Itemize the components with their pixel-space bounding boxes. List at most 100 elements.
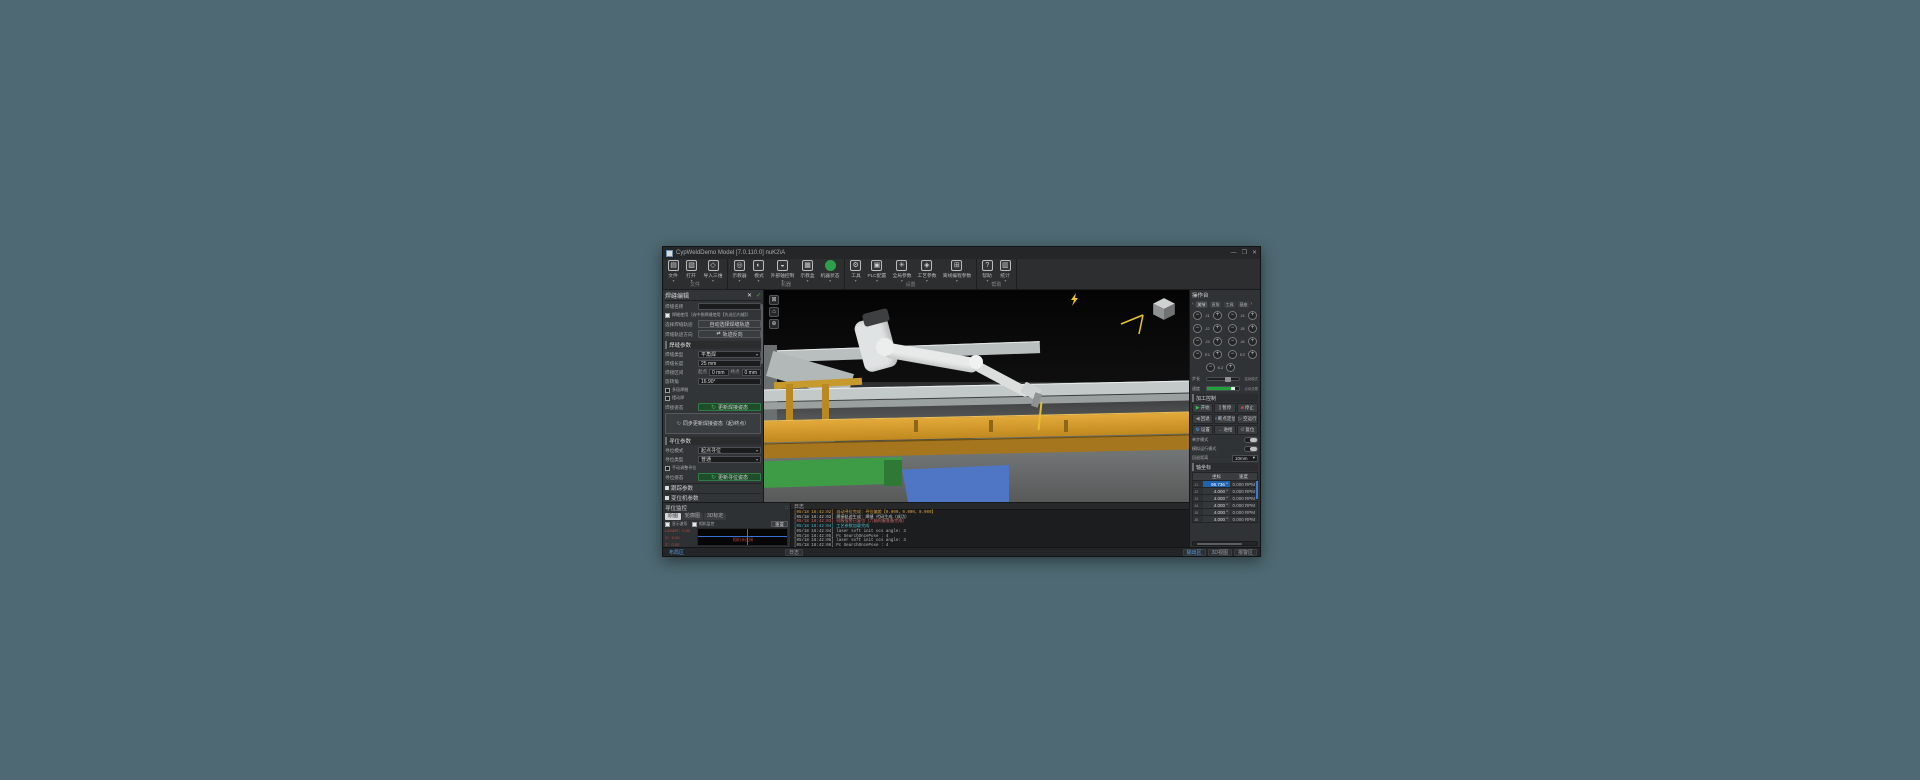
slider-knob[interactable] bbox=[1224, 376, 1231, 382]
locate-type-select[interactable]: 普通 ▾ bbox=[698, 456, 761, 463]
reset-button[interactable]: 重置 bbox=[771, 521, 788, 527]
multi-seg-checkbox[interactable]: 多段焊缝 bbox=[665, 387, 761, 393]
pause-button[interactable]: || 暂停 bbox=[1214, 403, 1236, 413]
ribbon-button-external-axis[interactable]: ◒ 外部轴控制 ▾ bbox=[768, 260, 797, 283]
log-panel[interactable]: 日志 [05/18 16:42:02] 自动寻位完成：寻位偏差【0.000，0.… bbox=[791, 503, 1189, 547]
jog-minus-button[interactable]: − bbox=[1228, 336, 1237, 346]
maximize-button[interactable]: ❐ bbox=[1242, 248, 1247, 258]
confirm-icon[interactable]: ✓ bbox=[756, 292, 761, 299]
back-distance-select[interactable]: 10mm ▾ bbox=[1232, 454, 1258, 462]
update-locate-pose-button[interactable]: ↻ 更新寻位姿态 bbox=[698, 473, 761, 481]
settings-button[interactable]: ⚙ 设置 bbox=[1192, 425, 1214, 435]
jog-minus-button[interactable]: − bbox=[1228, 323, 1237, 333]
tab-tool[interactable]: 工具 bbox=[1223, 300, 1236, 308]
tabs-scroll-right-icon[interactable]: › bbox=[1251, 301, 1253, 307]
ribbon-button-statistics[interactable]: ▥ 统计 ▾ bbox=[997, 260, 1014, 283]
cancel-icon[interactable]: ✕ bbox=[747, 292, 752, 299]
simulate-mode-toggle[interactable] bbox=[1244, 446, 1258, 452]
monitor-tab-raw[interactable]: 原图 bbox=[665, 512, 682, 520]
jog-minus-button[interactable]: − bbox=[1193, 349, 1202, 359]
seam-length-input[interactable]: 25 mm bbox=[698, 360, 761, 367]
jog-plus-button[interactable]: + bbox=[1248, 323, 1257, 333]
start-button[interactable]: ▶ 开始 bbox=[1192, 403, 1214, 413]
jog-plus-button[interactable]: + bbox=[1248, 336, 1257, 346]
ribbon-button-open[interactable]: ▧ 打开 ▾ bbox=[683, 260, 700, 283]
weave-checkbox[interactable]: 摆动焊 bbox=[665, 395, 761, 401]
breakpoint-locate-button[interactable]: » 断点定位 bbox=[1214, 414, 1236, 424]
ribbon-button-tools[interactable]: ⚙ 工具 ▾ bbox=[847, 260, 864, 283]
speed-progress-bar[interactable] bbox=[1206, 386, 1240, 391]
table-row[interactable]: J4 4.000 ° 0.000 RPM bbox=[1193, 501, 1257, 508]
speed-progress-knob[interactable] bbox=[1231, 387, 1235, 390]
dry-run-button[interactable]: ▷ 空运行 bbox=[1236, 414, 1258, 424]
ribbon-button-import-3d[interactable]: ◇ 导入三维 ▾ bbox=[701, 260, 725, 283]
home-view-icon[interactable]: ⌂ bbox=[769, 307, 779, 317]
table-scrollbar[interactable] bbox=[1256, 481, 1258, 499]
ribbon-button-machine-status[interactable]: ● 机器状态 ▾ bbox=[818, 260, 842, 283]
jog-plus-button[interactable]: + bbox=[1213, 349, 1222, 359]
jog-plus-button[interactable]: + bbox=[1226, 362, 1235, 372]
track-params-section[interactable]: 跟踪参数 bbox=[665, 483, 761, 492]
show-wave-checkbox[interactable] bbox=[665, 521, 670, 527]
console-horizontal-scrollbar[interactable] bbox=[1192, 541, 1258, 546]
range-end-input[interactable]: 0 mm bbox=[741, 369, 761, 376]
ribbon-button-file[interactable]: ▤ 文件 ▾ bbox=[665, 260, 682, 283]
jog-minus-button[interactable]: − bbox=[1228, 310, 1237, 320]
jog-minus-button[interactable]: − bbox=[1193, 323, 1202, 333]
close-button[interactable]: ✕ bbox=[1252, 248, 1257, 258]
ribbon-button-teach-box[interactable]: ▦ 示教盒 ▾ bbox=[798, 260, 817, 283]
jog-plus-button[interactable]: + bbox=[1213, 323, 1222, 333]
step-slider[interactable] bbox=[1206, 376, 1240, 382]
table-row[interactable]: J5 4.000 ° 0.000 RPM bbox=[1193, 508, 1257, 515]
jog-setting-link[interactable]: 点动设置 bbox=[1244, 386, 1258, 391]
table-row[interactable]: J1 96.736 ° 0.000 RPM bbox=[1193, 480, 1257, 487]
expand-dots-icon[interactable]: ∷ bbox=[785, 505, 788, 511]
view3d-area-tab[interactable]: 3D视图 bbox=[1207, 548, 1232, 556]
jog-plus-button[interactable]: + bbox=[1248, 310, 1257, 320]
seam-use-checkbox[interactable]: 焊缝使用（选中侧焊缝使用【先选后内缝】） bbox=[665, 312, 761, 318]
rotate-angle-input[interactable]: 16.90° bbox=[698, 378, 761, 385]
feed-button[interactable]: → 进给 bbox=[1214, 425, 1236, 435]
stop-button[interactable]: ■ 停止 bbox=[1236, 403, 1258, 413]
jog-minus-button[interactable]: − bbox=[1193, 336, 1202, 346]
tabs-scroll-left-icon[interactable]: ‹ bbox=[1192, 301, 1194, 307]
seam-type-select[interactable]: 平角焊 ▾ bbox=[698, 351, 761, 358]
seam-name-input[interactable] bbox=[698, 303, 761, 310]
tab-cartesian[interactable]: 直角 bbox=[1209, 300, 1222, 308]
viewport-3d[interactable]: ⊠ ⌂ ⊕ bbox=[764, 290, 1189, 502]
reverse-track-button[interactable]: ⇄ 轨迹反向 bbox=[698, 330, 761, 338]
ribbon-button-global-params[interactable]: ✳ 全局参数 ▾ bbox=[890, 260, 914, 283]
jog-plus-button[interactable]: + bbox=[1213, 310, 1222, 320]
ribbon-button-offline-params[interactable]: ⊞ 离线编程参数 ▾ bbox=[940, 260, 974, 283]
locate-mode-select[interactable]: 起点寻位 ▾ bbox=[698, 447, 761, 454]
jog-minus-button[interactable]: − bbox=[1206, 362, 1215, 372]
fit-view-icon[interactable]: ⊠ bbox=[769, 295, 779, 305]
reset-button[interactable]: ↺ 复位 bbox=[1236, 425, 1258, 435]
table-row[interactable]: J6 4.000 ° 0.000 RPM bbox=[1193, 515, 1257, 522]
jog-minus-button[interactable]: − bbox=[1193, 310, 1202, 320]
single-step-toggle[interactable] bbox=[1244, 437, 1258, 443]
minimize-button[interactable]: — bbox=[1231, 248, 1237, 258]
seam-panel-scrollbar[interactable] bbox=[761, 304, 763, 364]
layout-tab[interactable]: 布局区 bbox=[666, 549, 687, 556]
tab-base[interactable]: 基座 bbox=[1237, 300, 1250, 308]
jog-plus-button[interactable]: + bbox=[1248, 349, 1257, 359]
ribbon-button-teach-pendant[interactable]: ◎ 示教器 ▾ bbox=[730, 260, 749, 283]
ribbon-button-help[interactable]: ? 帮助 ▾ bbox=[979, 260, 996, 283]
range-start-input[interactable]: 0 mm bbox=[709, 369, 729, 376]
navigation-cube[interactable] bbox=[1151, 296, 1177, 327]
jog-minus-button[interactable]: − bbox=[1228, 349, 1237, 359]
monitor-tab-contour[interactable]: 轮廓图 bbox=[682, 512, 704, 520]
alarm-area-tab[interactable]: 报警区 bbox=[1233, 548, 1257, 556]
pan-view-icon[interactable]: ⊕ bbox=[769, 319, 779, 329]
sync-pose-button[interactable]: ↻ 同步更新焊接姿态（起/终点） bbox=[665, 413, 761, 434]
manual-adjust-checkbox[interactable]: 手动调整寻位 bbox=[665, 465, 761, 471]
table-row[interactable]: J3 4.000 ° 0.000 RPM bbox=[1193, 494, 1257, 501]
ribbon-button-process-params[interactable]: ◈ 工艺参数 ▾ bbox=[915, 260, 939, 283]
output-area-tab[interactable]: 输出区 bbox=[1182, 548, 1206, 556]
jog-plus-button[interactable]: + bbox=[1213, 336, 1222, 346]
log-tab[interactable]: 日志 bbox=[785, 548, 804, 556]
ribbon-button-plc-config[interactable]: ▣ PLC配置 ▾ bbox=[865, 260, 889, 283]
update-weld-pose-button[interactable]: ↻ 更新焊接姿态 bbox=[698, 403, 761, 411]
backward-button[interactable]: ◀ 回退 bbox=[1192, 414, 1214, 424]
